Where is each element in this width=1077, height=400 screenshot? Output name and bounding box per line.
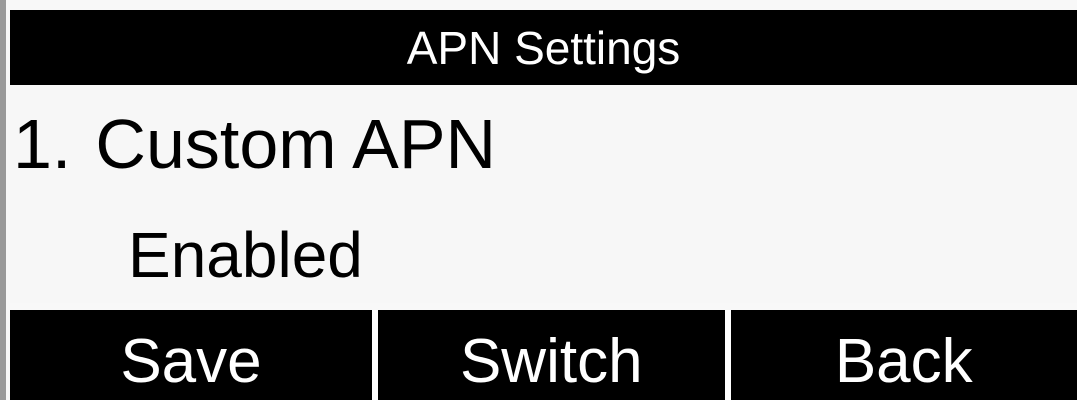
custom-apn-value[interactable]: Enabled	[128, 223, 363, 287]
softkey-bar: Save Switch Back	[10, 310, 1077, 400]
menu-item-custom-apn[interactable]: 1. Custom APN	[13, 109, 496, 179]
menu-item-number: 1.	[13, 105, 72, 183]
back-softkey[interactable]: Back	[731, 310, 1077, 400]
settings-content: 1. Custom APN Enabled	[10, 85, 1077, 303]
save-softkey[interactable]: Save	[10, 310, 372, 400]
switch-softkey[interactable]: Switch	[378, 310, 725, 400]
screen-left-edge	[0, 0, 6, 400]
menu-item-label: Custom APN	[95, 105, 497, 183]
phone-lcd-screen: APN Settings 1. Custom APN Enabled Save S…	[0, 0, 1077, 400]
title-bar: APN Settings	[10, 10, 1077, 85]
page-title: APN Settings	[406, 21, 681, 74]
